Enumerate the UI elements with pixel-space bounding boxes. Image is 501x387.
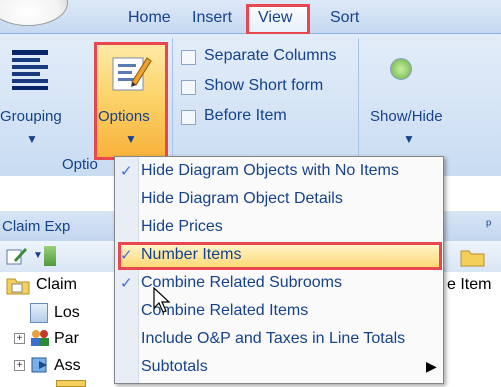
mouse-cursor-icon (152, 286, 172, 314)
edit-sketch-icon[interactable] (6, 246, 28, 266)
ribbon-group-separator (358, 38, 359, 168)
parties-icon (30, 329, 50, 347)
assignment-icon (30, 356, 50, 374)
tree-item-parties[interactable]: Par (54, 330, 79, 348)
menu-item-include-op-taxes[interactable]: Include O&P and Taxes in Line Totals (141, 330, 405, 348)
submenu-arrow-icon: ▶ (426, 358, 437, 374)
separate-columns-checkbox[interactable] (181, 50, 196, 65)
check-icon: ✓ (120, 163, 133, 180)
separate-columns-label[interactable]: Separate Columns (204, 47, 337, 65)
loss-document-icon (30, 303, 48, 323)
menu-item-subtotals[interactable]: Subtotals (141, 358, 208, 376)
claim-folder-icon (6, 275, 30, 295)
check-icon: ✓ (120, 247, 133, 264)
tab-insert[interactable]: Insert (192, 9, 232, 27)
options-dropdown-icon[interactable]: ▼ (125, 132, 137, 146)
menu-item-hide-prices[interactable]: Hide Prices (141, 218, 223, 236)
menu-check-gutter (115, 157, 139, 383)
tab-view[interactable]: View (258, 9, 292, 27)
tab-home[interactable]: Home (128, 9, 171, 27)
column-header-partial: e Item (447, 276, 492, 293)
grouping-dropdown-icon[interactable]: ▼ (26, 132, 38, 146)
expand-toggle[interactable]: + (14, 333, 25, 344)
show-hide-dropdown-icon[interactable]: ▼ (403, 132, 415, 146)
show-hide-button-label[interactable]: Show/Hide (370, 108, 443, 125)
show-hide-icon (390, 58, 412, 80)
menu-item-hide-diagram-object-details[interactable]: Hide Diagram Object Details (141, 190, 343, 208)
before-item-label[interactable]: Before Item (204, 107, 287, 125)
expand-toggle[interactable]: + (14, 360, 25, 371)
show-short-form-checkbox[interactable] (181, 80, 196, 95)
tree-item-claim[interactable]: Claim (36, 276, 77, 294)
tab-sort[interactable]: Sort (330, 9, 359, 27)
options-icon (110, 52, 152, 94)
grouping-icon (10, 48, 50, 92)
menu-item-hide-diagram-objects-no-items[interactable]: Hide Diagram Objects with No Items (141, 162, 399, 180)
toolbar-icon[interactable] (44, 246, 56, 266)
before-item-checkbox[interactable] (181, 110, 196, 125)
claim-explorer-title: Claim Exp (2, 218, 71, 235)
pin-icon[interactable]: ᵖ (486, 216, 491, 232)
tree-item-assignment[interactable]: Ass (54, 357, 81, 375)
tree-item-loss[interactable]: Los (54, 304, 80, 322)
check-icon: ✓ (120, 275, 133, 292)
grouping-button-label[interactable]: Grouping (0, 108, 62, 125)
folder-icon (56, 380, 86, 387)
edit-dropdown-icon[interactable]: ▼ (33, 250, 43, 261)
show-short-form-label[interactable]: Show Short form (204, 77, 323, 95)
ribbon-group-separator (172, 38, 173, 168)
menu-item-number-items[interactable]: Number Items (141, 246, 241, 264)
ribbon-group-label: Optio (62, 156, 98, 173)
folder-icon[interactable] (460, 246, 486, 268)
options-button-label[interactable]: Options (98, 108, 150, 125)
